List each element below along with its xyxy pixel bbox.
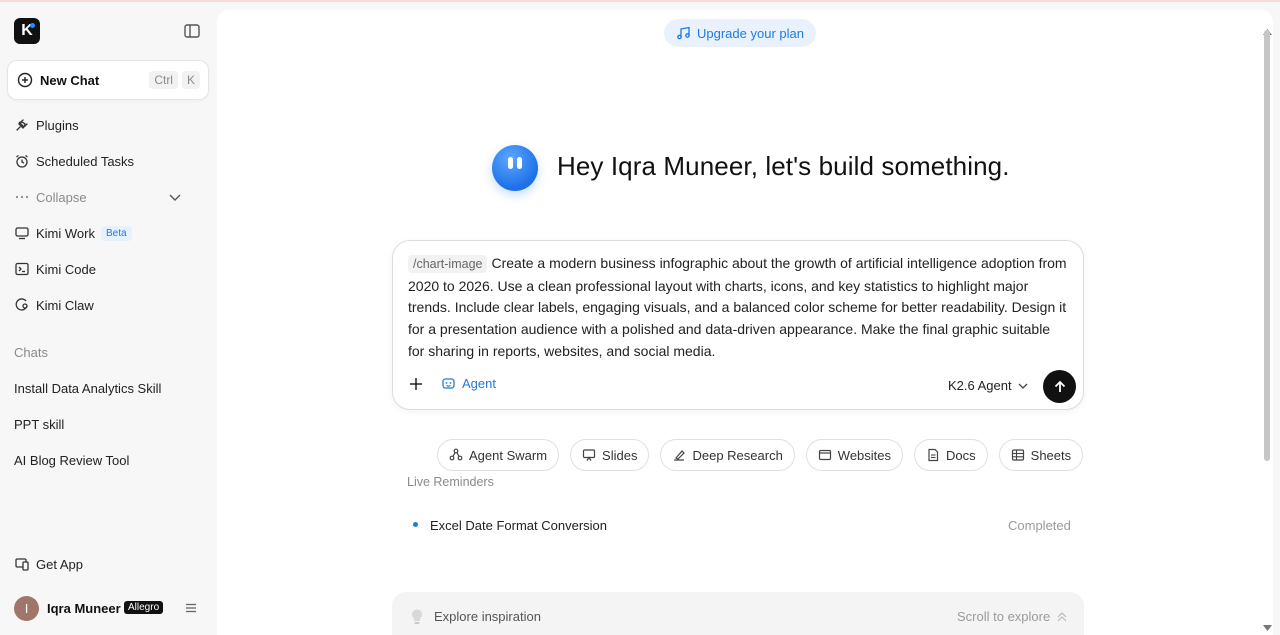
menu-icon[interactable] [184,601,198,615]
sidebar-item-label: Scheduled Tasks [36,153,135,169]
sidebar-item-label: Collapse [36,189,87,205]
tool-docs[interactable]: Docs [914,439,988,471]
prompt-composer[interactable]: /chart-image Create a modern business inf… [392,240,1084,410]
plus-circle-icon [17,72,33,88]
model-label: K2.6 Agent [948,378,1012,393]
mascot-eye [508,157,513,169]
spreadsheet-icon [1011,448,1025,462]
live-reminders-label: Live Reminders [407,475,494,489]
sidebar-item-kimi-claw[interactable]: Kimi Claw [14,293,94,317]
avatar[interactable]: I [14,596,39,621]
shortcut-key-ctrl: Ctrl [149,71,178,89]
tool-slides[interactable]: Slides [570,439,650,471]
plan-badge: Allegro [124,601,164,614]
sidebar-item-plugins[interactable]: Plugins [14,113,79,137]
main-panel: Upgrade your plan Hey Iqra Muneer, let's… [217,10,1273,635]
sidebar-item-scheduled-tasks[interactable]: Scheduled Tasks [14,149,134,173]
chevron-down-icon[interactable] [168,190,182,204]
reminder-bullet [413,522,418,527]
music-note-icon [676,26,691,41]
new-chat-button[interactable]: New Chat Ctrl K [7,60,209,100]
swarm-icon [449,448,463,462]
shortcut-key-k: K [181,71,200,89]
get-app-label: Get App [36,556,83,572]
chat-history-item[interactable]: PPT skill [14,417,64,432]
chevrons-up-icon [1056,611,1068,623]
agent-label: Agent [462,376,496,391]
sidebar-item-collapse[interactable]: Collapse [14,185,182,209]
get-app-link[interactable]: Get App [14,552,83,576]
sidebar-item-kimi-code[interactable]: Kimi Code [14,257,96,281]
shortcut-hint: Ctrl K [149,71,200,89]
robot-icon [441,376,456,391]
mascot-eye [517,157,522,169]
sidebar-toggle-icon[interactable] [183,22,201,40]
sidebar-item-label: Kimi Code [36,261,96,277]
tool-shortcuts: Agent Swarm Slides Deep Research Website… [437,439,1084,471]
add-attachment-icon[interactable] [408,376,424,392]
explore-inspiration-bar[interactable]: Explore inspiration Scroll to explore [392,592,1084,635]
lightbulb-icon [410,608,424,626]
model-selector[interactable]: K2.6 Agent [948,378,1029,393]
scroll-to-explore[interactable]: Scroll to explore [957,609,1068,624]
kimi-logo[interactable]: K [14,18,40,44]
reminder-title[interactable]: Excel Date Format Conversion [430,518,607,533]
arrow-up-icon [1053,380,1067,394]
new-chat-label: New Chat [40,72,100,88]
scroll-up-arrow[interactable] [1263,22,1272,35]
browser-icon [818,448,832,462]
scroll-down-arrow[interactable] [1263,618,1272,631]
sidebar: K New Chat Ctrl K Plugins Scheduled Task… [0,0,216,635]
plug-icon [14,117,30,133]
terminal-icon [14,261,30,277]
sidebar-item-label: Plugins [36,117,79,133]
prompt-input[interactable]: /chart-image Create a modern business inf… [408,253,1068,363]
tool-sheets[interactable]: Sheets [998,439,1084,471]
document-icon [926,448,940,462]
command-chip[interactable]: /chart-image [408,255,488,273]
research-icon [672,448,686,462]
tool-websites[interactable]: Websites [805,439,904,471]
scroll-label: Scroll to explore [957,609,1051,624]
presentation-icon [582,448,596,462]
kimi-mascot-icon [492,145,538,191]
explore-label: Explore inspiration [434,609,541,624]
upgrade-plan-button[interactable]: Upgrade your plan [664,19,816,47]
tool-label: Docs [946,447,976,463]
monitor-icon [14,225,30,241]
tool-label: Websites [837,447,892,463]
devices-icon [14,556,30,572]
sidebar-item-label: Kimi Claw [36,297,94,313]
claw-icon [14,297,30,313]
sidebar-item-label: Kimi Work [36,225,95,241]
alarm-clock-icon [14,153,30,169]
agent-mode-toggle[interactable]: Agent [441,376,496,391]
send-button[interactable] [1043,370,1076,403]
upgrade-label: Upgrade your plan [697,25,804,41]
prompt-text: Create a modern business infographic abo… [408,255,1067,359]
tool-label: Sheets [1030,447,1072,463]
tool-deep-research[interactable]: Deep Research [660,439,795,471]
tool-agent-swarm[interactable]: Agent Swarm [437,439,560,471]
scrollbar-thumb[interactable] [1264,30,1270,461]
greeting-title: Hey Iqra Muneer, let's build something. [557,151,1010,181]
sidebar-item-kimi-work[interactable]: Kimi Work Beta [14,221,132,245]
user-name[interactable]: Iqra Muneer [47,601,121,616]
beta-badge: Beta [100,225,132,241]
chats-section-label: Chats [14,345,48,360]
chat-history-item[interactable]: Install Data Analytics Skill [14,381,161,396]
chevron-down-icon [1017,380,1029,392]
reminder-status: Completed [1008,518,1071,533]
tool-label: Agent Swarm [469,447,548,463]
more-dots-icon [14,189,30,205]
chat-history-item[interactable]: AI Blog Review Tool [14,453,129,468]
tool-label: Deep Research [692,447,783,463]
tool-label: Slides [602,447,638,463]
